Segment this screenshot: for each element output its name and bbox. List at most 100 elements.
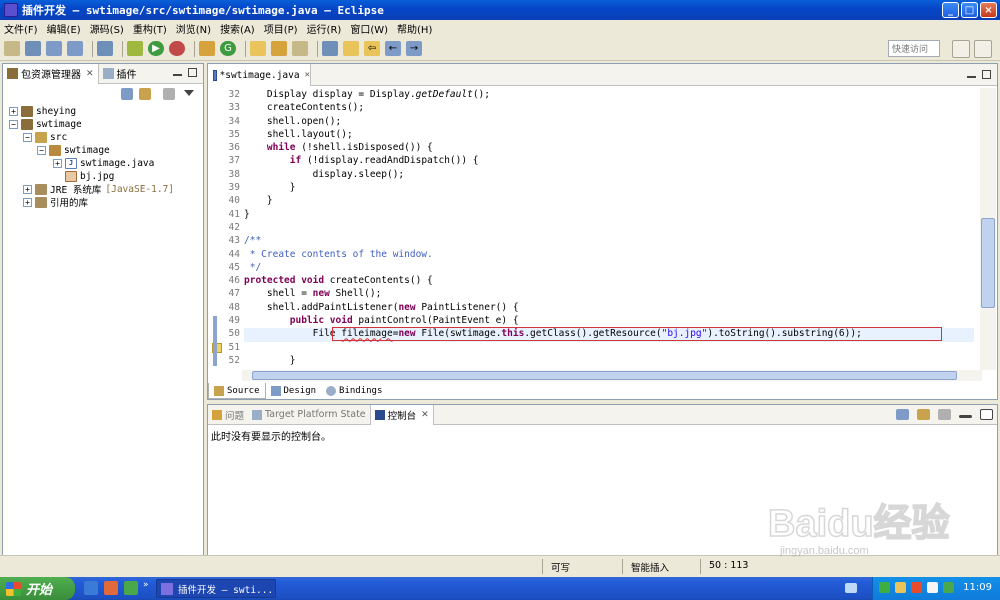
menu-source[interactable]: 源码(S)	[90, 21, 124, 36]
ie-icon[interactable]	[84, 581, 98, 595]
tray-app-icon[interactable]	[879, 582, 890, 593]
network-icon[interactable]	[943, 582, 954, 593]
expand-icon[interactable]: +	[23, 197, 32, 207]
tab-bindings[interactable]: Bindings	[321, 383, 387, 399]
tree-item-jre[interactable]: + JRE 系统库 [JavaSE-1.7]	[23, 182, 174, 196]
search-icon[interactable]	[292, 41, 308, 56]
tree-item-swtimage-package[interactable]: − swtimage	[37, 143, 110, 157]
menu-navigate[interactable]: 浏览(N)	[176, 21, 211, 36]
tree-item-src[interactable]: − src	[23, 130, 67, 144]
chevron-down-icon[interactable]	[184, 90, 194, 96]
run-icon[interactable]: ▶	[148, 41, 164, 56]
menu-run[interactable]: 运行(R)	[307, 21, 342, 36]
tab-target-platform-state[interactable]: Target Platform State	[248, 405, 370, 425]
maximize-view-icon[interactable]	[980, 409, 993, 420]
menu-window[interactable]: 窗口(W)	[350, 21, 388, 36]
maximize-view-icon[interactable]	[982, 70, 991, 79]
collapse-all-icon[interactable]	[121, 88, 133, 100]
expand-icon[interactable]: +	[9, 106, 18, 116]
code-line: }	[244, 182, 296, 194]
line-number: 50	[228, 328, 240, 340]
tree-item-referenced-libraries[interactable]: + 引用的库	[23, 195, 88, 209]
tree-item-swtimage-java[interactable]: + J swtimage.java	[53, 156, 154, 170]
tab-source[interactable]: Source	[208, 383, 266, 399]
expand-icon[interactable]: +	[23, 184, 32, 194]
skip-breakpoints-icon[interactable]	[97, 41, 113, 56]
collapse-icon[interactable]: −	[37, 145, 46, 155]
menu-search[interactable]: 搜索(A)	[220, 21, 255, 36]
menu-edit[interactable]: 编辑(E)	[47, 21, 81, 36]
scrollbar-thumb[interactable]	[252, 371, 957, 380]
minimize-view-icon[interactable]	[967, 75, 976, 78]
previous-annotation-icon[interactable]	[343, 41, 359, 56]
open-resource-icon[interactable]	[271, 41, 287, 56]
save-icon[interactable]	[46, 41, 62, 56]
package-explorer-toolbar	[3, 84, 203, 104]
menu-refactor[interactable]: 重构(T)	[133, 21, 167, 36]
quick-access-input[interactable]	[888, 40, 940, 57]
expand-icon[interactable]: +	[53, 158, 62, 168]
forward-icon[interactable]: →	[406, 41, 422, 56]
collapse-icon[interactable]: −	[23, 132, 32, 142]
tab-package-explorer[interactable]: 包资源管理器 ✕	[3, 63, 99, 84]
back-icon[interactable]: ←	[385, 41, 401, 56]
save-all-icon[interactable]	[67, 41, 83, 56]
new-class-icon[interactable]: G	[220, 41, 236, 56]
close-tab-icon[interactable]: ✕	[86, 69, 94, 79]
tab-design[interactable]: Design	[266, 383, 322, 399]
debug-icon[interactable]	[127, 41, 143, 56]
tab-plugins[interactable]: 插件	[99, 64, 141, 84]
java-perspective-icon[interactable]	[974, 40, 992, 58]
new-java-project-icon[interactable]	[199, 41, 215, 56]
close-button[interactable]: ×	[980, 2, 997, 18]
open-folder-icon[interactable]	[250, 41, 266, 56]
tab-console[interactable]: 控制台 ✕	[369, 404, 434, 425]
scrollbar-thumb[interactable]	[981, 218, 995, 308]
quicklaunch-app-icon[interactable]	[124, 581, 138, 595]
tree-item-label: 引用的库	[50, 198, 89, 209]
code-line: shell.addPaintListener(new PaintListener…	[244, 301, 519, 313]
last-edit-icon[interactable]: ⇦	[364, 41, 380, 56]
line-number: 48	[228, 301, 240, 313]
minimize-button[interactable]: _	[942, 2, 959, 18]
tab-swtimage-java[interactable]: *swtimage.java ✕	[208, 64, 311, 86]
collapse-icon[interactable]: −	[9, 119, 18, 129]
view-menu-icon[interactable]	[163, 88, 175, 100]
menu-project[interactable]: 项目(P)	[264, 21, 298, 36]
tree-item-swtimage-project[interactable]: − swtimage	[9, 117, 82, 131]
open-type-icon[interactable]	[25, 41, 41, 56]
start-button[interactable]: 开始	[0, 577, 75, 600]
minimize-view-icon[interactable]	[173, 73, 182, 76]
display-console-icon[interactable]	[917, 409, 930, 420]
external-tools-icon[interactable]	[169, 41, 185, 56]
editor-horizontal-scrollbar[interactable]	[242, 370, 982, 381]
open-perspective-icon[interactable]	[952, 40, 970, 58]
link-with-editor-icon[interactable]	[139, 88, 151, 100]
menu-help[interactable]: 帮助(H)	[397, 21, 432, 36]
maximize-button[interactable]: □	[961, 2, 978, 18]
source-icon	[214, 385, 224, 396]
minimize-view-icon[interactable]	[959, 415, 972, 418]
next-annotation-icon[interactable]	[322, 41, 338, 56]
quicklaunch-app-icon[interactable]	[104, 581, 118, 595]
tree-item-label: bj.jpg	[80, 170, 115, 182]
taskbar-item-eclipse[interactable]: 插件开发 — swti...	[156, 579, 276, 598]
open-console-icon[interactable]	[896, 409, 909, 420]
tree-item-bj-jpg[interactable]: bj.jpg	[65, 169, 114, 183]
new-icon[interactable]	[4, 41, 20, 56]
pin-console-icon[interactable]	[938, 409, 951, 420]
watermark-url: jingyan.baidu.com	[779, 545, 869, 557]
tab-problems[interactable]: 问题	[208, 405, 248, 425]
volume-icon[interactable]	[927, 582, 938, 593]
tray-app-icon[interactable]	[911, 582, 922, 593]
close-tab-icon[interactable]: ✕	[305, 70, 310, 80]
menu-file[interactable]: 文件(F)	[4, 21, 38, 36]
tree-item-sheying[interactable]: + sheying	[9, 104, 76, 118]
close-tab-icon[interactable]: ✕	[421, 410, 429, 420]
editor-vertical-scrollbar[interactable]	[980, 88, 996, 370]
quicklaunch-expand-icon[interactable]: »	[143, 580, 149, 590]
keyboard-icon[interactable]	[845, 583, 857, 593]
tray-app-icon[interactable]	[895, 582, 906, 593]
maximize-view-icon[interactable]	[188, 68, 197, 77]
line-number: 35	[228, 128, 240, 140]
